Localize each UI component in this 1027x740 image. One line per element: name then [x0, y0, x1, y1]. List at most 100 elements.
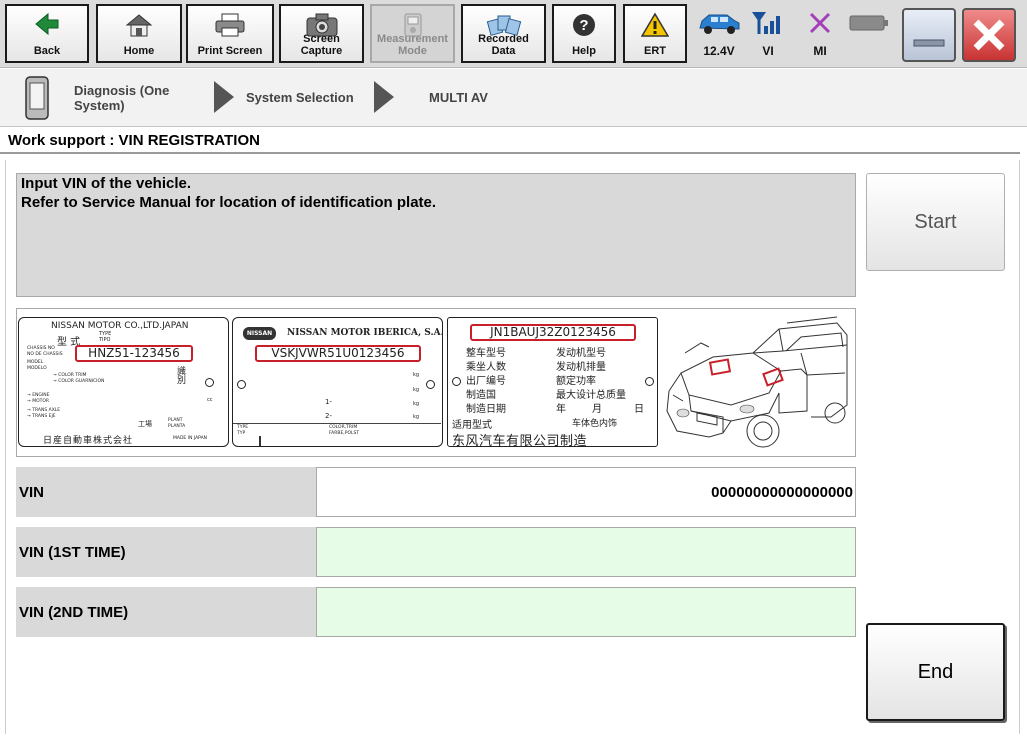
plate2-rivet-right	[426, 380, 435, 389]
help-button[interactable]: ? Help	[552, 4, 616, 63]
plate1-vin: HNZ51-123456	[75, 345, 193, 362]
battery-voltage-status: 12.4V	[694, 8, 744, 60]
instruction-line-2: Refer to Service Manual for location of …	[21, 194, 437, 211]
back-button[interactable]: Back	[5, 4, 89, 63]
measurement-icon	[404, 13, 421, 37]
plate1-maker: NISSAN MOTOR CO.,LTD.JAPAN	[51, 321, 189, 331]
plate1-model-label-2: MODELO	[27, 366, 47, 371]
ert-label: ERT	[644, 45, 666, 57]
plate2-axle-1: 1-	[325, 398, 332, 406]
breadcrumb-arrow-icon	[374, 81, 394, 113]
plate-japan: NISSAN MOTOR CO.,LTD.JAPAN 型 式 TYPE TIPO…	[18, 317, 229, 447]
back-label: Back	[33, 45, 61, 57]
car-icon	[699, 14, 740, 34]
plate3-row3-right: 额定功率	[556, 376, 596, 387]
home-button[interactable]: Home	[96, 4, 182, 63]
plate1-engine-label-2: → MOTOR	[27, 399, 50, 404]
vin-2nd-input[interactable]	[316, 587, 856, 637]
plate2-maker: NISSAN MOTOR IBERICA, S.A.	[287, 328, 444, 338]
signal-icon	[752, 12, 780, 34]
print-screen-button[interactable]: Print Screen	[186, 4, 274, 63]
ert-button[interactable]: ERT	[623, 4, 687, 63]
plate1-axle-label-2: → TRANS EJE	[27, 414, 56, 419]
page-title: Work support : VIN REGISTRATION	[8, 132, 260, 149]
minimize-button[interactable]	[902, 8, 956, 62]
close-button[interactable]	[962, 8, 1016, 62]
plate3-row6-left: 适用型式	[452, 420, 492, 431]
vi-status: VI	[748, 8, 788, 60]
plate2-kg-2: kg	[413, 387, 420, 393]
close-icon	[973, 19, 1005, 51]
screen-capture-button[interactable]: Screen Capture	[279, 4, 364, 63]
breadcrumb-arrow-icon	[214, 81, 234, 113]
breadcrumb-multi-av: MULTI AV	[429, 90, 488, 105]
mi-label: MI	[813, 44, 827, 58]
vin-1st-row: VIN (1ST TIME)	[16, 527, 856, 577]
mi-status: MI	[800, 8, 840, 60]
vin-2nd-label: VIN (2ND TIME)	[16, 587, 316, 637]
plate1-chassis-label-2: NO DE CHASSIS	[27, 352, 63, 357]
plate3-row4-left: 制造国	[466, 390, 496, 401]
status-strip	[0, 734, 1027, 740]
nissan-logo: NISSAN	[243, 327, 276, 340]
breadcrumb-diagnosis-one-system[interactable]: Diagnosis (One System)	[74, 83, 194, 113]
plate3-row1-left: 整车型号	[466, 348, 506, 359]
plate3-row1-right: 发动机型号	[556, 348, 606, 359]
camera-icon	[306, 13, 337, 37]
plate1-model-label: MODEL	[27, 360, 44, 365]
plate3-row2-right: 发动机排量	[556, 362, 606, 373]
plate3-row2-left: 乘坐人数	[466, 362, 506, 373]
minimize-icon	[913, 39, 945, 47]
plate2-typ-label: TYP	[237, 431, 246, 436]
plate1-plant-label: PLANT	[168, 418, 183, 423]
plate1-trim-label-2: → COLOR GUARNICION	[53, 379, 105, 384]
page-title-bar: Work support : VIN REGISTRATION	[0, 128, 1020, 154]
plate-iberica: NISSAN NISSAN MOTOR IBERICA, S.A. VSKJVW…	[232, 317, 444, 447]
plate1-cc: cc	[207, 397, 213, 403]
identification-plates-illustration: NISSAN MOTOR CO.,LTD.JAPAN 型 式 TYPE TIPO…	[16, 308, 856, 457]
plate2-vin: VSKJVWR51U0123456	[255, 345, 421, 362]
plate2-kg-1: kg	[413, 372, 420, 378]
plate3-row6-right: 车体色内饰	[572, 419, 618, 429]
plate3-row5-day: 日	[634, 404, 644, 415]
plate2-trim-label: COLOR,TRIM	[329, 425, 358, 430]
vin-1st-input[interactable]	[316, 527, 856, 577]
svg-text:?: ?	[579, 17, 588, 34]
measurement-mode-button[interactable]: Measurement Mode	[370, 4, 455, 63]
plate1-tipo-label: TIPO	[99, 337, 111, 343]
print-screen-label: Print Screen	[197, 45, 263, 57]
vehicle-location-drawing	[666, 316, 848, 448]
plate1-axle-label: → TRANS AXLE	[27, 408, 61, 413]
vin-row: VIN 00000000000000000	[16, 467, 856, 517]
plate3-row4-right: 最大设计总质量	[556, 390, 626, 401]
vin-current-value: 00000000000000000	[316, 467, 856, 517]
plate1-engine-label: → ENGINE	[27, 393, 50, 398]
plate2-trim-label-2: FARBE,POLST	[329, 431, 360, 436]
instruction-box: Input VIN of the vehicle. Refer to Servi…	[16, 173, 856, 297]
plate1-made-in: MADE IN JAPAN	[173, 436, 208, 441]
home-icon	[125, 14, 153, 37]
help-label: Help	[572, 45, 596, 57]
start-button[interactable]: Start	[866, 173, 1005, 271]
breadcrumb-system-selection[interactable]: System Selection	[246, 90, 354, 105]
end-button[interactable]: End	[866, 623, 1005, 721]
recorded-data-button[interactable]: Recorded Data	[461, 4, 546, 63]
plate1-kanji-right: 識別	[177, 367, 187, 386]
plate1-planta-label: PLANTA	[168, 424, 186, 429]
plate2-type-label: TYPE	[237, 425, 249, 430]
disconnected-x-icon	[809, 12, 831, 34]
plate2-axle-2: 2-	[325, 412, 332, 420]
plate3-row5-left: 制造日期	[466, 404, 506, 415]
plate3-row3-left: 出厂编号	[466, 376, 506, 387]
plate1-maker-jp: 日産自動車株式会社	[43, 436, 134, 446]
printer-icon	[215, 13, 245, 37]
plate3-rivet-right	[645, 377, 654, 386]
plate1-rivet	[205, 378, 214, 387]
vin-2nd-row: VIN (2ND TIME)	[16, 587, 856, 637]
help-icon: ?	[573, 14, 595, 36]
top-toolbar: Back Home Print Screen Screen Capture Me…	[0, 0, 1027, 68]
battery-icon	[849, 15, 888, 31]
consult-window: Back Home Print Screen Screen Capture Me…	[0, 0, 1027, 740]
back-arrow-icon	[35, 12, 59, 36]
plate2-kg-4: kg	[413, 414, 420, 420]
